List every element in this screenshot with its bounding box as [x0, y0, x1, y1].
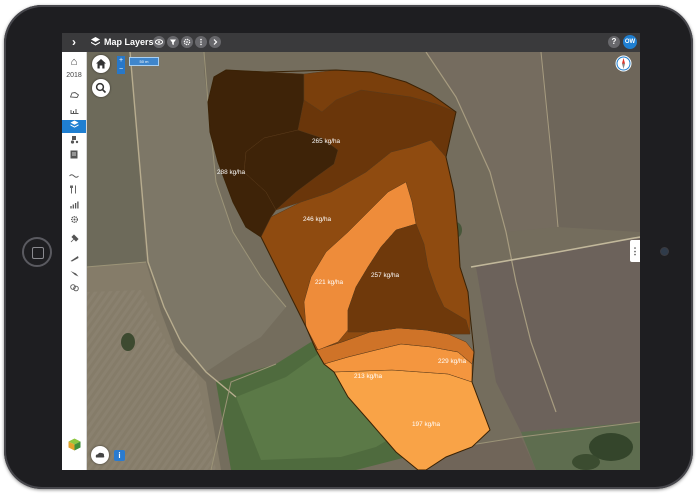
yield-icon — [69, 201, 79, 209]
tablet-home-button[interactable] — [22, 237, 52, 267]
app-logo-icon[interactable] — [68, 438, 81, 451]
sidebar-item-soil[interactable] — [62, 105, 86, 118]
sidebar: ⌂ 2018 — [62, 52, 87, 470]
tablet-camera — [661, 248, 668, 255]
notes-icon — [70, 150, 78, 159]
visibility-button[interactable] — [153, 36, 165, 48]
page-title: Map Layers — [104, 37, 154, 47]
side-panel-toggle[interactable]: ⋮ — [630, 240, 640, 262]
seed-icon — [70, 256, 78, 262]
sidebar-item-tractor[interactable] — [62, 135, 86, 148]
spray-icon — [70, 234, 79, 243]
fork-icon — [70, 185, 76, 194]
home-icon — [96, 59, 106, 69]
chevron-right-icon — [213, 39, 218, 45]
filter-button[interactable] — [167, 36, 179, 48]
search-icon — [95, 82, 107, 94]
app-screen: › Map Layers ? OW ⌂ 2018 288 kg/ha 265 k… — [62, 33, 640, 470]
cloud-icon — [95, 452, 105, 458]
filter-icon — [170, 39, 176, 45]
zone-label-197: 197 kg/ha — [412, 421, 441, 428]
eye-icon — [154, 39, 164, 45]
sidebar-item-operations[interactable] — [62, 185, 86, 198]
sidebar-item-notes[interactable] — [62, 150, 86, 163]
zone-label-246: 246 kg/ha — [303, 216, 332, 223]
soil-icon — [70, 109, 78, 114]
scale-bar: 50 m — [129, 57, 159, 66]
zoom-control: + − — [117, 56, 125, 74]
help-button[interactable]: ? — [608, 36, 620, 48]
info-button[interactable]: i — [114, 450, 125, 461]
top-bar: › Map Layers ? OW — [62, 33, 640, 52]
compass-icon[interactable] — [615, 55, 632, 72]
field-boundary-icon — [69, 92, 79, 98]
sidebar-item-settings[interactable] — [62, 215, 86, 228]
tractor-icon — [70, 136, 78, 144]
satellite-map: 288 kg/ha 265 kg/ha 246 kg/ha 221 kg/ha … — [86, 52, 640, 470]
zone-label-288: 288 kg/ha — [217, 169, 246, 176]
gear-icon — [70, 216, 78, 223]
weather-icon — [69, 174, 79, 178]
basemap-button[interactable] — [91, 446, 109, 464]
sidebar-item-weather[interactable] — [62, 170, 86, 183]
layers-icon — [91, 37, 100, 46]
season-year[interactable]: 2018 — [62, 71, 86, 80]
sidebar-item-harvest[interactable] — [62, 268, 86, 281]
sidebar-item-yield[interactable] — [62, 200, 86, 213]
sidebar-item-fertilizer[interactable] — [62, 283, 86, 296]
zone-label-213: 213 kg/ha — [354, 373, 383, 380]
zoom-out-button[interactable]: − — [117, 65, 125, 74]
more-button[interactable] — [195, 36, 207, 48]
fertilizer-icon — [69, 284, 79, 292]
zone-label-265: 265 kg/ha — [312, 138, 341, 145]
sidebar-item-seed[interactable] — [62, 253, 86, 266]
zone-label-229: 229 kg/ha — [438, 358, 467, 365]
gear-icon — [183, 38, 191, 46]
sidebar-home-icon[interactable]: ⌂ — [62, 55, 86, 69]
user-avatar[interactable]: OW — [623, 35, 637, 49]
zone-label-257: 257 kg/ha — [371, 272, 400, 279]
map-view[interactable]: 288 kg/ha 265 kg/ha 246 kg/ha 221 kg/ha … — [86, 52, 640, 470]
harvest-icon — [70, 271, 78, 277]
layers-icon — [70, 120, 78, 128]
tablet-frame: › Map Layers ? OW ⌂ 2018 288 kg/ha 265 k… — [4, 5, 693, 489]
sidebar-item-field-boundary[interactable] — [62, 89, 86, 102]
map-home-button[interactable] — [92, 55, 110, 73]
settings-button[interactable] — [181, 36, 193, 48]
next-button[interactable] — [209, 36, 221, 48]
expand-panel-button[interactable]: › — [66, 34, 82, 50]
map-search-button[interactable] — [92, 79, 110, 97]
zone-label-221: 221 kg/ha — [315, 279, 344, 286]
more-icon — [200, 38, 202, 46]
sidebar-item-spray[interactable] — [62, 234, 86, 247]
sidebar-item-layers[interactable] — [62, 120, 86, 133]
